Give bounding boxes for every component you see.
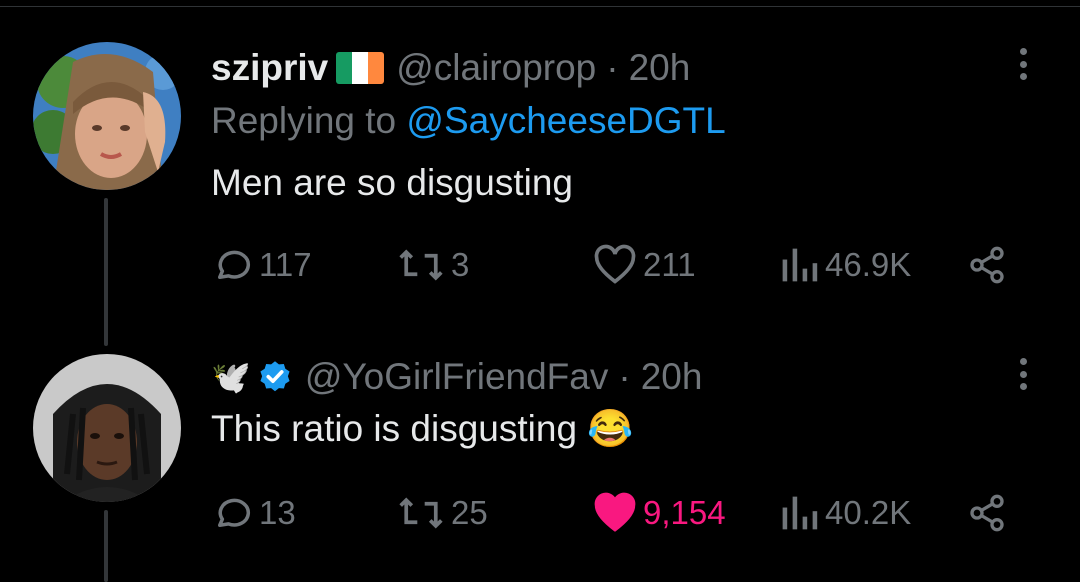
separator-dot: · xyxy=(606,47,619,88)
views-count: 46.9K xyxy=(825,246,912,283)
handle[interactable]: @clairoprop xyxy=(396,47,596,89)
tweet-actions: 13 25 9,154 40.2K xyxy=(211,488,1011,538)
tweet-header: 🕊️ @YoGirlFriendFav · 20h xyxy=(211,352,702,402)
heart-filled-icon xyxy=(594,492,636,532)
reply-button[interactable]: 13 xyxy=(211,488,296,538)
like-count: 9,154 xyxy=(643,494,726,531)
timestamp[interactable]: 20h xyxy=(641,356,703,398)
more-options-icon[interactable] xyxy=(1008,352,1038,396)
reply-count: 13 xyxy=(259,494,296,531)
display-name[interactable]: szipriv xyxy=(211,47,328,89)
like-button[interactable]: 211 xyxy=(593,240,696,290)
tweet-actions: 117 3 211 46.9K xyxy=(211,240,1011,290)
retweet-icon xyxy=(399,497,443,529)
views-button[interactable]: 40.2K xyxy=(779,488,911,538)
share-icon xyxy=(970,246,1004,284)
share-button[interactable] xyxy=(967,488,1007,538)
thread-line xyxy=(104,198,108,346)
thread-line xyxy=(104,510,108,582)
replying-to-handle[interactable]: @SaycheeseDGTL xyxy=(406,100,725,141)
retweet-icon xyxy=(399,249,443,281)
views-button[interactable]: 46.9K xyxy=(779,240,911,290)
avatar[interactable] xyxy=(33,42,181,190)
views-icon xyxy=(782,248,818,282)
top-divider xyxy=(0,6,1080,7)
retweet-count: 25 xyxy=(451,494,488,531)
more-options-icon[interactable] xyxy=(1008,42,1038,86)
reply-icon xyxy=(218,498,251,527)
replying-to-line: Replying to @SaycheeseDGTL xyxy=(211,100,726,142)
ireland-flag-icon xyxy=(336,52,385,84)
like-button[interactable]: 9,154 xyxy=(593,488,726,538)
tweet-header: szipriv @clairoprop · 20h xyxy=(211,43,690,93)
reply-count: 117 xyxy=(259,246,312,283)
tweet-text: Men are so disgusting xyxy=(211,162,573,203)
heart-icon xyxy=(594,244,636,284)
separator-dot: · xyxy=(618,356,631,397)
tweet-text: This ratio is disgusting 😂 xyxy=(211,408,634,449)
reply-button[interactable]: 117 xyxy=(211,240,312,290)
display-name-emoji[interactable]: 🕊️ xyxy=(211,358,251,396)
like-count: 211 xyxy=(643,246,696,283)
avatar[interactable] xyxy=(33,354,181,502)
verified-badge-icon xyxy=(260,361,290,392)
views-icon xyxy=(782,496,818,530)
retweet-button[interactable]: 25 xyxy=(397,488,488,538)
views-count: 40.2K xyxy=(825,494,912,531)
retweet-button[interactable]: 3 xyxy=(397,240,469,290)
share-button[interactable] xyxy=(967,240,1007,290)
retweet-count: 3 xyxy=(451,246,470,283)
share-icon xyxy=(970,494,1004,532)
timestamp[interactable]: 20h xyxy=(629,47,691,89)
handle[interactable]: @YoGirlFriendFav xyxy=(305,356,609,398)
replying-to-label: Replying to xyxy=(211,100,397,141)
reply-icon xyxy=(218,250,251,279)
